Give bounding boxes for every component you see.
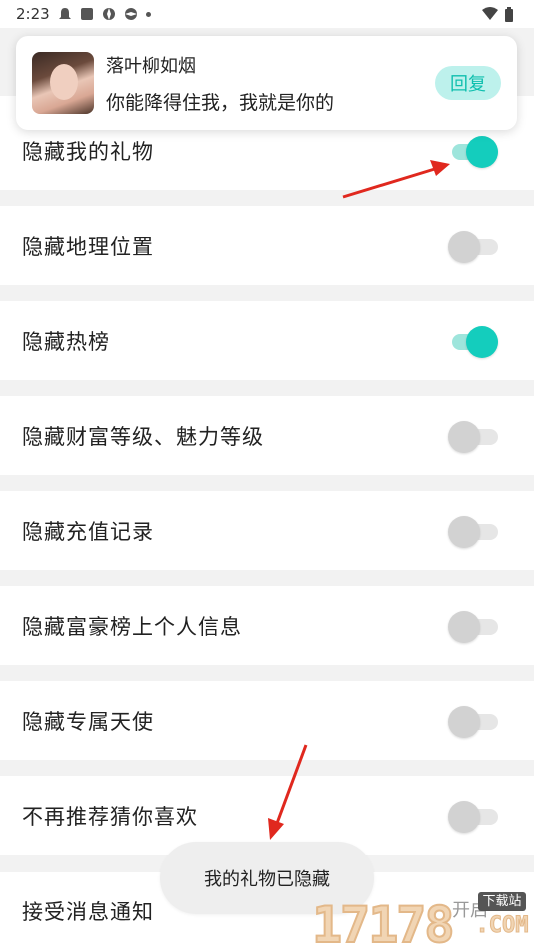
setting-label: 隐藏地理位置 [22,234,154,259]
toggle-switch-on[interactable] [448,135,498,168]
notification-text: 落叶柳如烟 你能降得住我，我就是你的 [106,52,334,115]
ghost-icon [58,7,72,21]
setting-label: 隐藏充值记录 [22,519,154,544]
watermark-side: 下载站 .COM [470,890,534,939]
settings-list: 隐藏我的礼物 隐藏地理位置 隐藏热榜 隐藏财富等级、魅力等级 隐藏充值记录 隐藏… [0,96,534,871]
shutter-icon [124,7,138,21]
battery-icon [504,7,518,22]
setting-row-hide-rich-list[interactable]: 隐藏富豪榜上个人信息 [0,586,534,665]
shutter-icon [102,7,116,21]
toggle-switch-off[interactable] [448,800,498,833]
setting-row-hide-location[interactable]: 隐藏地理位置 [0,206,534,285]
avatar [32,52,94,114]
watermark-logo: 17178 下载站 .COM [311,888,534,950]
setting-label: 不再推荐猜你喜欢 [22,804,198,829]
setting-label: 隐藏富豪榜上个人信息 [22,614,242,639]
watermark-tag: 下载站 [478,892,526,911]
status-right [482,7,518,22]
status-time: 2:23 [16,5,50,23]
toggle-switch-off[interactable] [448,515,498,548]
setting-row-hide-angel[interactable]: 隐藏专属天使 [0,681,534,760]
dot-icon [145,11,151,17]
setting-row-hide-levels[interactable]: 隐藏财富等级、魅力等级 [0,396,534,475]
notification-banner[interactable]: 落叶柳如烟 你能降得住我，我就是你的 回复 [16,36,517,130]
watermark-number: 17178 [311,896,456,950]
toggle-switch-off[interactable] [448,610,498,643]
wifi-icon [482,7,498,21]
notification-sender: 落叶柳如烟 [106,55,196,77]
setting-row-hide-hot-list[interactable]: 隐藏热榜 [0,301,534,380]
setting-label: 接受消息通知 [22,900,154,924]
status-bar: 2:23 [0,0,534,28]
status-left: 2:23 [16,5,151,23]
setting-label: 隐藏热榜 [22,329,110,354]
setting-label: 隐藏财富等级、魅力等级 [22,424,264,449]
notification-message: 你能降得住我，我就是你的 [106,91,335,114]
setting-row-hide-recharge[interactable]: 隐藏充值记录 [0,491,534,570]
toggle-switch-off[interactable] [448,420,498,453]
toggle-switch-off[interactable] [448,230,498,263]
setting-label: 隐藏专属天使 [22,709,154,734]
toggle-switch-off[interactable] [448,705,498,738]
toggle-switch-on[interactable] [448,325,498,358]
watermark-com: .COM [475,913,529,939]
app-square-icon [80,7,94,21]
reply-button[interactable]: 回复 [435,66,501,100]
setting-label: 隐藏我的礼物 [22,139,154,164]
